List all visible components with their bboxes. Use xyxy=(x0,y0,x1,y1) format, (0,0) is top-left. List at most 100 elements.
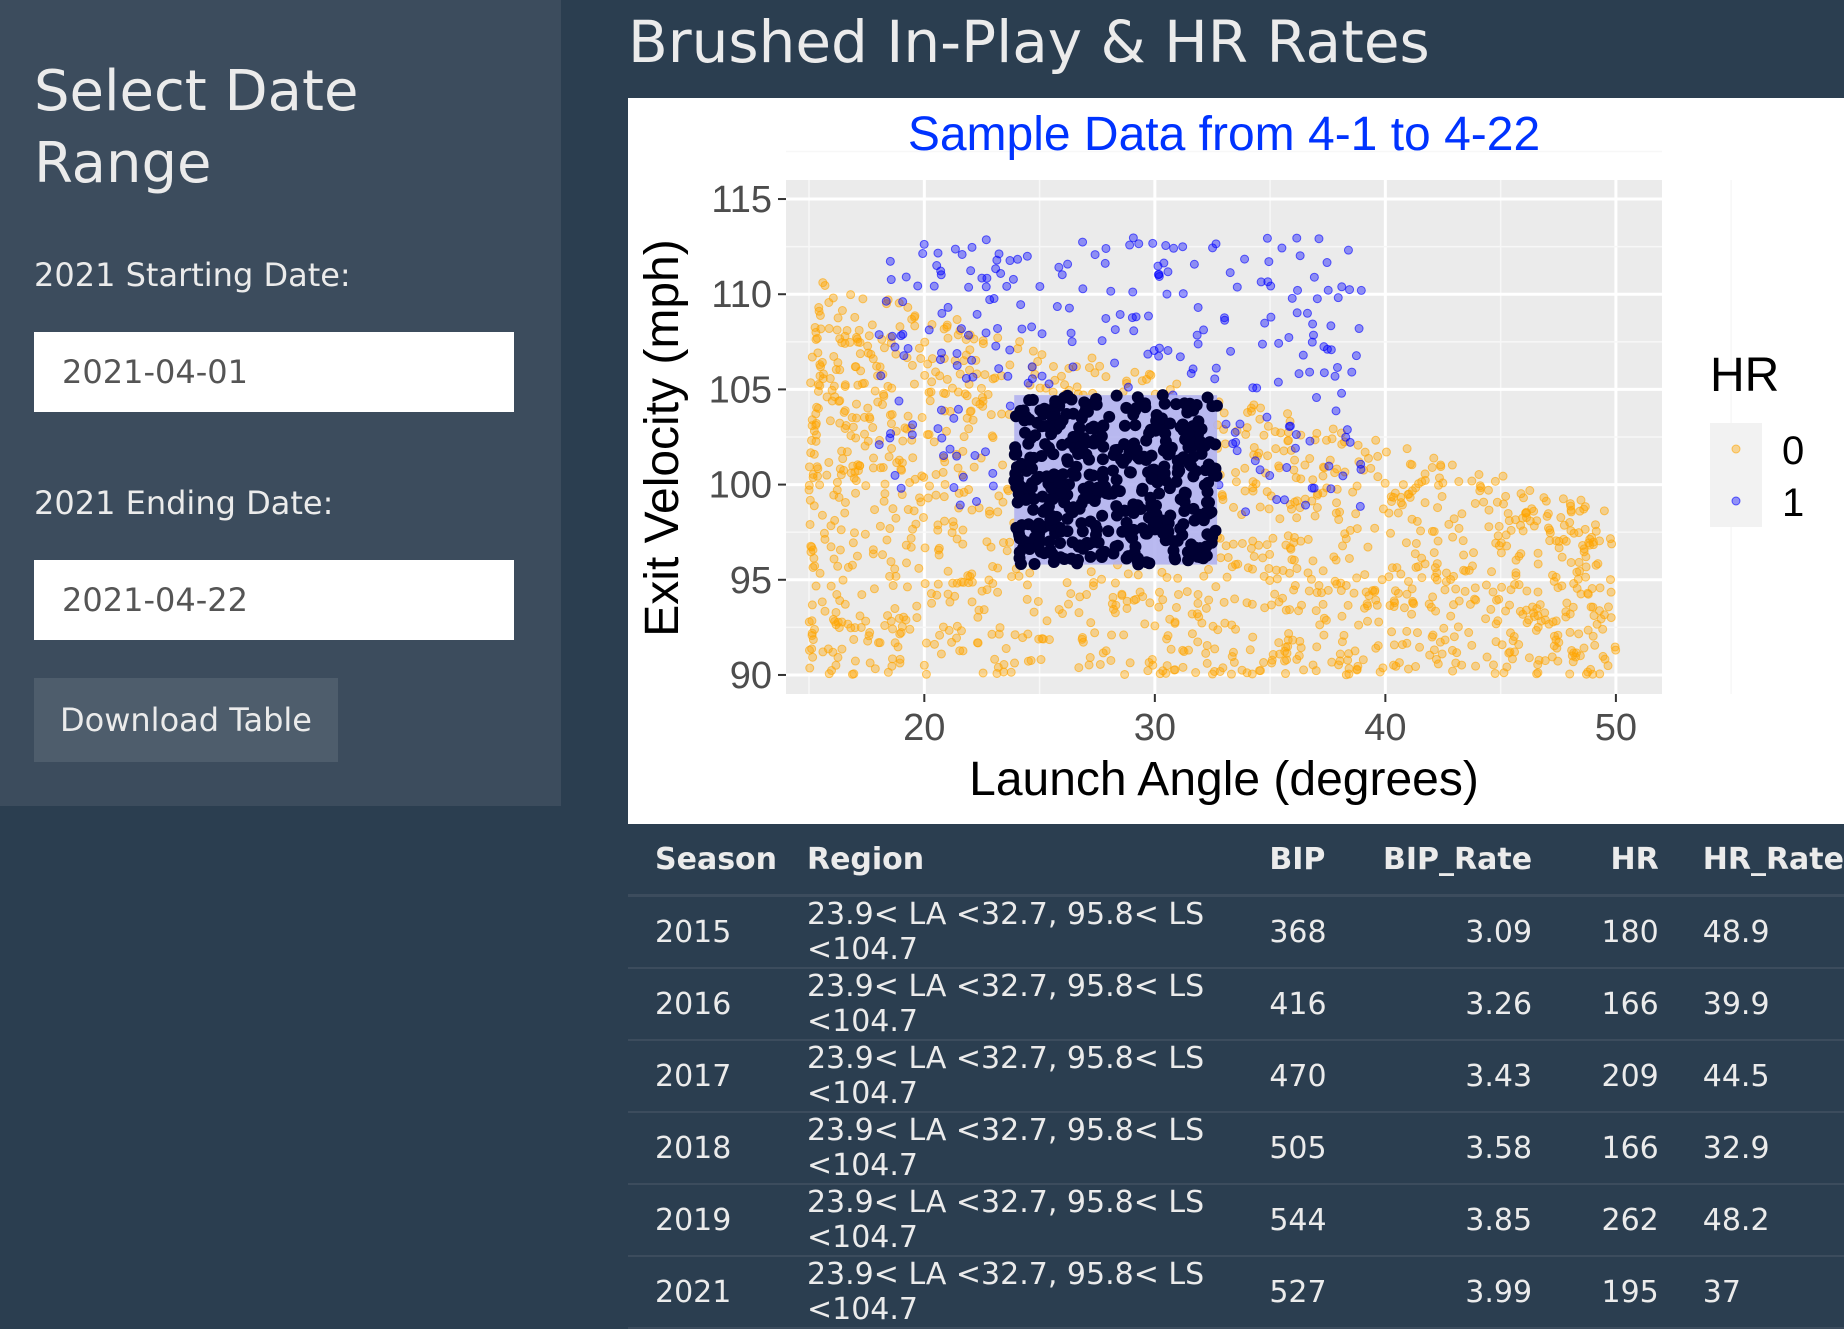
data-point xyxy=(852,551,862,561)
data-point xyxy=(1510,580,1520,590)
data-point xyxy=(1022,580,1032,590)
col-header-region[interactable]: Region xyxy=(779,824,1243,897)
data-point xyxy=(1266,281,1276,291)
data-point xyxy=(962,413,972,423)
data-point xyxy=(837,305,847,315)
data-point xyxy=(933,424,943,434)
table-cell: 44.5 xyxy=(1658,1040,1844,1113)
data-point xyxy=(1470,583,1480,593)
data-point xyxy=(1481,614,1491,624)
data-point xyxy=(1005,401,1015,411)
data-point xyxy=(1501,491,1511,501)
data-point xyxy=(1025,568,1035,578)
data-point xyxy=(1591,526,1601,536)
data-point xyxy=(1360,570,1370,580)
data-point xyxy=(935,630,945,640)
data-point xyxy=(1522,586,1532,596)
data-point xyxy=(969,462,979,472)
data-point xyxy=(848,538,858,548)
data-point xyxy=(1305,367,1315,377)
data-point xyxy=(1119,630,1129,640)
data-point xyxy=(808,545,818,555)
data-point xyxy=(997,409,1007,419)
data-point xyxy=(1565,669,1575,679)
data-point xyxy=(1145,598,1155,608)
download-table-button[interactable]: Download Table xyxy=(34,678,338,762)
data-point xyxy=(1439,623,1449,633)
data-point xyxy=(1579,643,1589,653)
data-point xyxy=(1202,658,1212,668)
table-header-row: Season Region BIP BIP_Rate HR HR_Rate xyxy=(628,824,1844,897)
data-point xyxy=(1542,511,1552,521)
col-header-hr[interactable]: HR xyxy=(1532,824,1659,897)
data-point xyxy=(1066,589,1076,599)
data-point xyxy=(881,296,891,306)
selected-point xyxy=(1182,427,1195,440)
data-point xyxy=(912,601,922,611)
data-point xyxy=(827,385,837,395)
brush-selection[interactable] xyxy=(1008,389,1223,571)
selected-point xyxy=(1038,547,1051,560)
data-point xyxy=(878,389,888,399)
data-point xyxy=(1237,538,1247,548)
data-point xyxy=(950,244,960,254)
data-point xyxy=(875,521,885,531)
data-point xyxy=(956,324,966,334)
col-header-hr-rate[interactable]: HR_Rate xyxy=(1658,824,1844,897)
col-header-bip-rate[interactable]: BIP_Rate xyxy=(1329,824,1533,897)
data-point xyxy=(1247,564,1257,574)
data-point xyxy=(1583,589,1593,599)
data-point xyxy=(1331,406,1341,416)
data-point xyxy=(1048,387,1058,397)
data-point xyxy=(1290,455,1300,465)
selected-point xyxy=(1019,493,1032,506)
data-point xyxy=(1138,592,1148,602)
data-point xyxy=(894,396,904,406)
table-cell: 195 xyxy=(1532,1256,1659,1329)
x-tick-label: 40 xyxy=(1364,707,1406,749)
selected-point xyxy=(1210,399,1223,412)
selected-point xyxy=(1107,547,1120,560)
data-point xyxy=(1511,568,1521,578)
col-header-bip[interactable]: BIP xyxy=(1242,824,1330,897)
data-point xyxy=(1565,627,1575,637)
start-date-input[interactable] xyxy=(34,332,514,412)
selected-point xyxy=(1163,482,1176,495)
data-point xyxy=(1143,311,1153,321)
data-point xyxy=(879,343,889,353)
end-date-input[interactable] xyxy=(34,560,514,640)
data-point xyxy=(1066,328,1076,338)
data-point xyxy=(1219,408,1229,418)
data-point xyxy=(1447,460,1457,470)
data-point xyxy=(1086,618,1096,628)
data-point xyxy=(804,462,814,472)
selected-point xyxy=(1190,398,1203,411)
table-cell: 166 xyxy=(1532,968,1659,1041)
data-point xyxy=(1436,462,1446,472)
data-point xyxy=(1510,515,1520,525)
data-point xyxy=(1014,571,1024,581)
data-point xyxy=(806,448,816,458)
scatter-chart-svg[interactable]: 20 30 40 50 90 95 100 105 110 115 Sample Data fro… xyxy=(628,98,1844,824)
selected-point xyxy=(1145,472,1158,485)
data-point xyxy=(1349,588,1359,598)
data-point xyxy=(958,577,968,587)
sidebar-panel: Select Date Range 2021 Starting Date: 20… xyxy=(0,0,561,806)
data-point xyxy=(1345,285,1355,295)
data-point xyxy=(1457,509,1467,519)
data-point xyxy=(981,235,991,245)
data-point xyxy=(1470,498,1480,508)
col-header-season[interactable]: Season xyxy=(628,824,780,897)
table-cell: 23.9< LA <32.7, 95.8< LS <104.7 xyxy=(779,1112,1243,1185)
data-point xyxy=(998,460,1008,470)
data-point xyxy=(810,561,820,571)
data-point xyxy=(901,272,911,282)
data-point xyxy=(988,578,998,588)
scatter-plot[interactable]: 20 30 40 50 90 95 100 105 110 115 Sample Data fro… xyxy=(628,98,1844,824)
data-point xyxy=(1407,514,1417,524)
data-point xyxy=(952,534,962,544)
data-point xyxy=(1312,503,1322,513)
data-point xyxy=(1022,251,1032,261)
data-point xyxy=(1193,302,1203,312)
data-point xyxy=(1163,345,1173,355)
